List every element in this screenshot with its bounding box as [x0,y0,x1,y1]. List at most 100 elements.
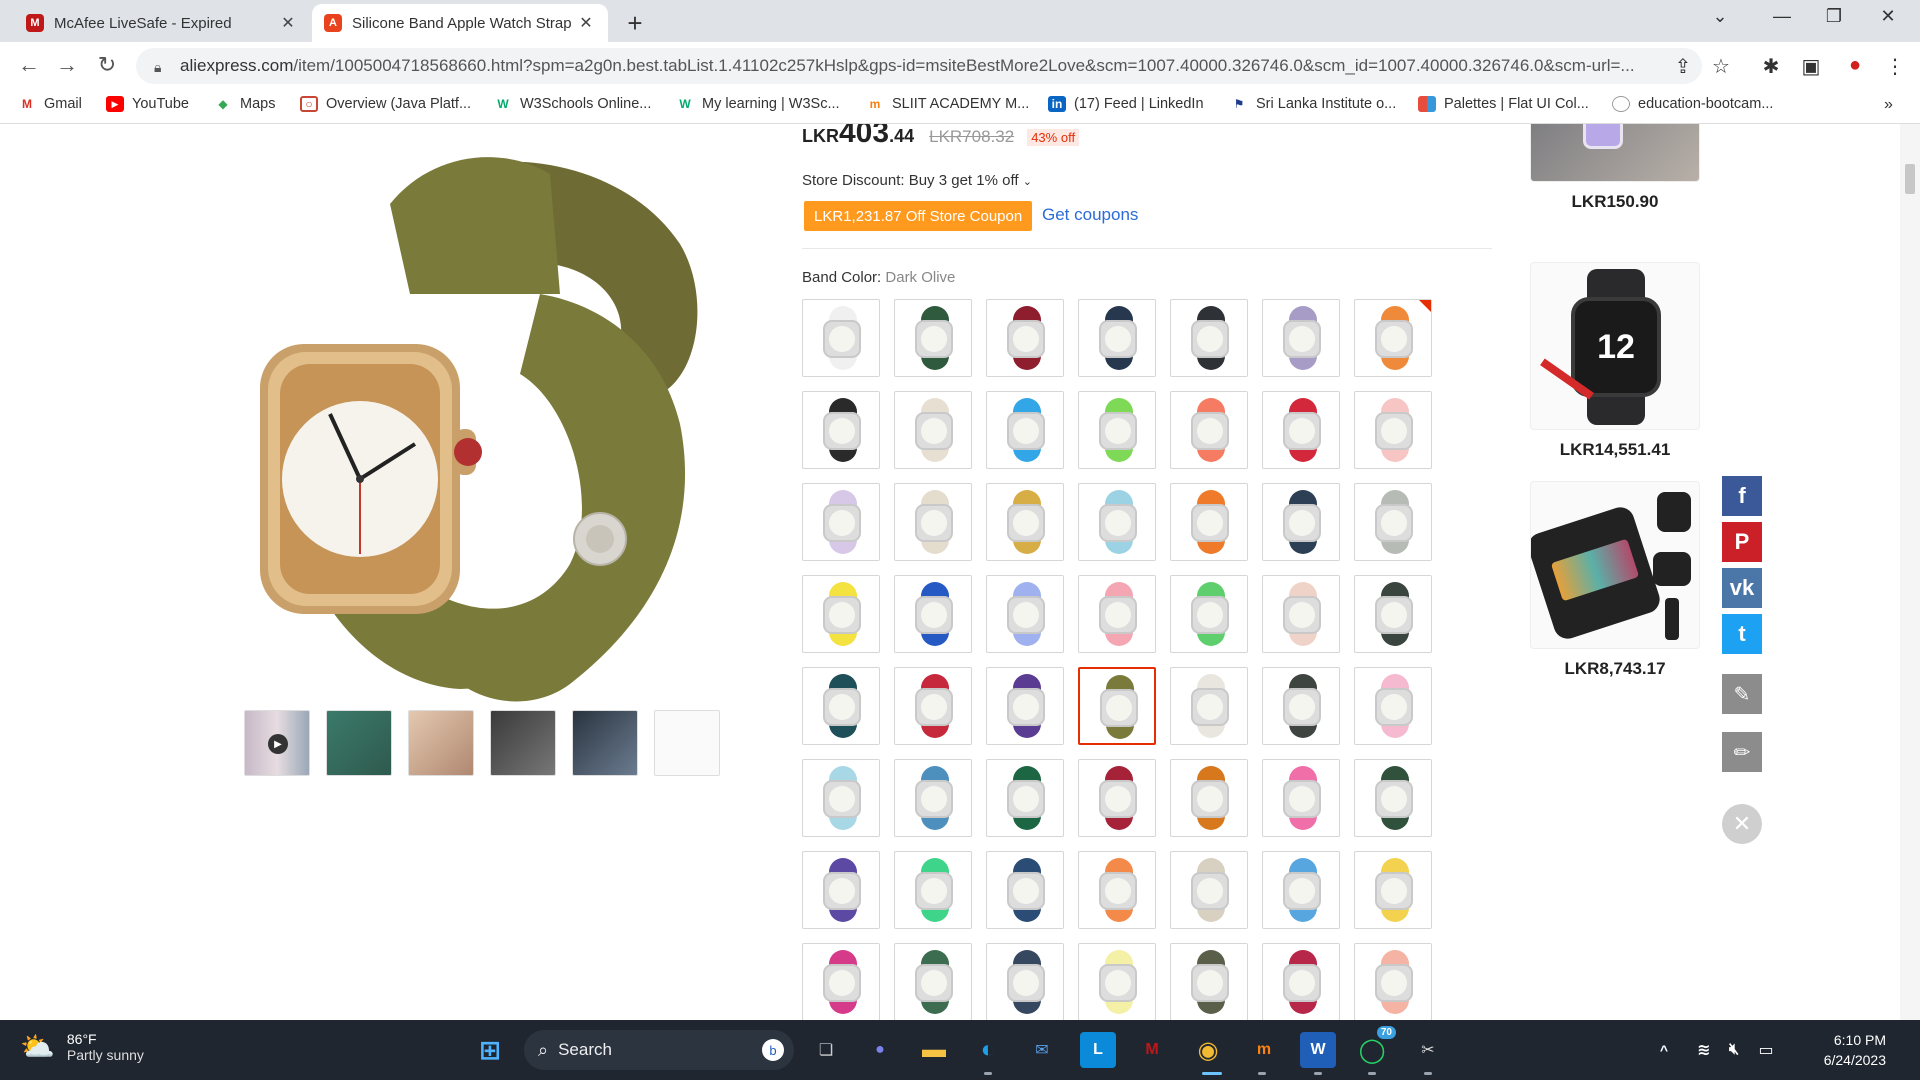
share-page-icon[interactable]: ⇪ [1668,54,1698,79]
color-swatch[interactable] [1354,483,1432,561]
weather-widget[interactable]: ⛅ 86°F Partly sunny [20,1030,144,1063]
minimize-icon[interactable]: — [1762,6,1802,27]
edit-note-icon[interactable]: ✎ [1722,674,1762,714]
color-swatch[interactable] [1262,667,1340,745]
close-tab-icon[interactable]: ✕ [278,13,298,33]
address-bar[interactable]: 🔒︎ aliexpress.com/item/1005004718568660.… [136,48,1702,84]
recommended-product[interactable]: 12 LKR14,551.41 [1530,262,1700,460]
store-discount[interactable]: Store Discount: Buy 3 get 1% off ⌄ [802,172,1032,189]
color-swatch[interactable] [802,759,880,837]
color-swatch[interactable] [1078,575,1156,653]
bookmark-java[interactable]: ○ Overview (Java Platf... [300,96,471,112]
pencil-icon[interactable]: ✏ [1722,732,1762,772]
color-swatch[interactable] [894,299,972,377]
whatsapp-icon[interactable]: ◯ 70 [1354,1026,1396,1068]
main-product-image[interactable] [240,144,730,704]
color-swatch[interactable] [1170,667,1248,745]
windows-start-icon[interactable]: ⊞ [472,1032,508,1068]
color-swatch[interactable] [1078,299,1156,377]
color-swatch[interactable] [986,759,1064,837]
color-swatch[interactable] [986,667,1064,745]
volume-muted-icon[interactable]: 🔇︎ [1716,1032,1752,1068]
chrome-icon[interactable]: ◉ [1190,1032,1226,1068]
color-swatch[interactable] [986,299,1064,377]
vk-share-icon[interactable]: vk [1722,568,1762,608]
color-swatch[interactable] [1170,759,1248,837]
color-swatch[interactable] [1354,299,1432,377]
color-swatch[interactable] [1078,759,1156,837]
mail-icon[interactable]: ✉ [1024,1032,1060,1068]
color-swatch[interactable] [802,667,880,745]
bookmark-maps[interactable]: ◆ Maps [214,96,275,112]
teams-icon[interactable]: ● [862,1032,898,1068]
menu-icon[interactable]: ⋮ [1880,54,1910,79]
color-swatch[interactable] [802,483,880,561]
restore-icon[interactable]: ❐ [1814,6,1854,27]
color-swatch[interactable] [1262,851,1340,929]
color-swatch-selected[interactable] [1078,667,1156,745]
color-swatch[interactable] [1354,575,1432,653]
tray-chevron-icon[interactable]: ^ [1646,1032,1682,1068]
store-coupon-badge[interactable]: LKR1,231.87 Off Store Coupon [804,201,1033,231]
thumbnail-video[interactable]: ▶ [244,710,310,776]
bookmark-mylearning[interactable]: W My learning | W3Sc... [676,96,839,112]
scrollbar-thumb[interactable] [1905,164,1915,194]
color-swatch[interactable] [894,667,972,745]
tab-aliexpress[interactable]: A Silicone Band Apple Watch Strap ✕ [312,4,608,42]
bookmark-sliit-academy[interactable]: m SLIIT ACADEMY M... [866,96,1030,112]
forward-icon[interactable]: → [52,52,82,78]
bookmark-gmail[interactable]: M Gmail [18,96,82,112]
thumbnail-image[interactable] [654,710,720,776]
recommended-product[interactable]: LKR150.90 [1530,124,1700,212]
facebook-share-icon[interactable]: f [1722,476,1762,516]
new-tab-button[interactable]: + [620,8,650,39]
color-swatch[interactable] [802,299,880,377]
extensions-icon[interactable]: ✱ [1756,54,1786,79]
bookmark-star-icon[interactable]: ☆ [1706,54,1736,79]
color-swatch[interactable] [986,943,1064,1020]
color-swatch[interactable] [1170,851,1248,929]
reload-icon[interactable]: ↻ [92,52,122,78]
color-swatch[interactable] [802,391,880,469]
sidepanel-icon[interactable]: ▣ [1796,54,1826,79]
close-share-icon[interactable]: ✕ [1722,804,1762,844]
color-swatch[interactable] [1262,299,1340,377]
profile-icon[interactable]: ● [1840,54,1870,77]
moodle-taskbar-icon[interactable]: m [1246,1032,1282,1068]
color-swatch[interactable] [986,851,1064,929]
color-swatch[interactable] [1170,299,1248,377]
bookmark-linkedin[interactable]: in (17) Feed | LinkedIn [1048,96,1204,112]
clock[interactable]: 6:10 PM 6/24/2023 [1786,1030,1886,1070]
thumbnail-image[interactable] [326,710,392,776]
more-bookmarks-icon[interactable]: » [1884,96,1893,114]
color-swatch[interactable] [1078,943,1156,1020]
color-swatch[interactable] [1078,851,1156,929]
bookmark-github[interactable]: education-bootcam... [1612,96,1773,112]
color-swatch[interactable] [1170,943,1248,1020]
edge-icon[interactable]: ◐ [970,1032,1006,1068]
get-coupons-link[interactable]: Get coupons [1042,205,1138,225]
snipping-tool-icon[interactable]: ✂ [1410,1032,1446,1068]
recommended-product[interactable]: LKR8,743.17 [1530,481,1700,679]
color-swatch[interactable] [894,759,972,837]
pinterest-share-icon[interactable]: P [1722,522,1762,562]
color-swatch[interactable] [986,483,1064,561]
color-swatch[interactable] [1078,391,1156,469]
color-swatch[interactable] [894,851,972,929]
bookmark-flatui[interactable]: Palettes | Flat UI Col... [1418,96,1589,112]
scrollbar[interactable] [1900,124,1920,1020]
color-swatch[interactable] [1354,667,1432,745]
color-swatch[interactable] [894,391,972,469]
color-swatch[interactable] [986,391,1064,469]
twitter-share-icon[interactable]: t [1722,614,1762,654]
word-icon[interactable]: W [1300,1032,1336,1068]
l-app-icon[interactable]: L [1080,1032,1116,1068]
color-swatch[interactable] [802,575,880,653]
color-swatch[interactable] [1262,943,1340,1020]
bookmark-w3schools[interactable]: W W3Schools Online... [494,96,651,112]
color-swatch[interactable] [1078,483,1156,561]
task-view-icon[interactable]: ❏ [808,1032,844,1068]
color-swatch[interactable] [1262,575,1340,653]
mcafee-taskbar-icon[interactable]: M [1134,1032,1170,1068]
color-swatch[interactable] [894,943,972,1020]
